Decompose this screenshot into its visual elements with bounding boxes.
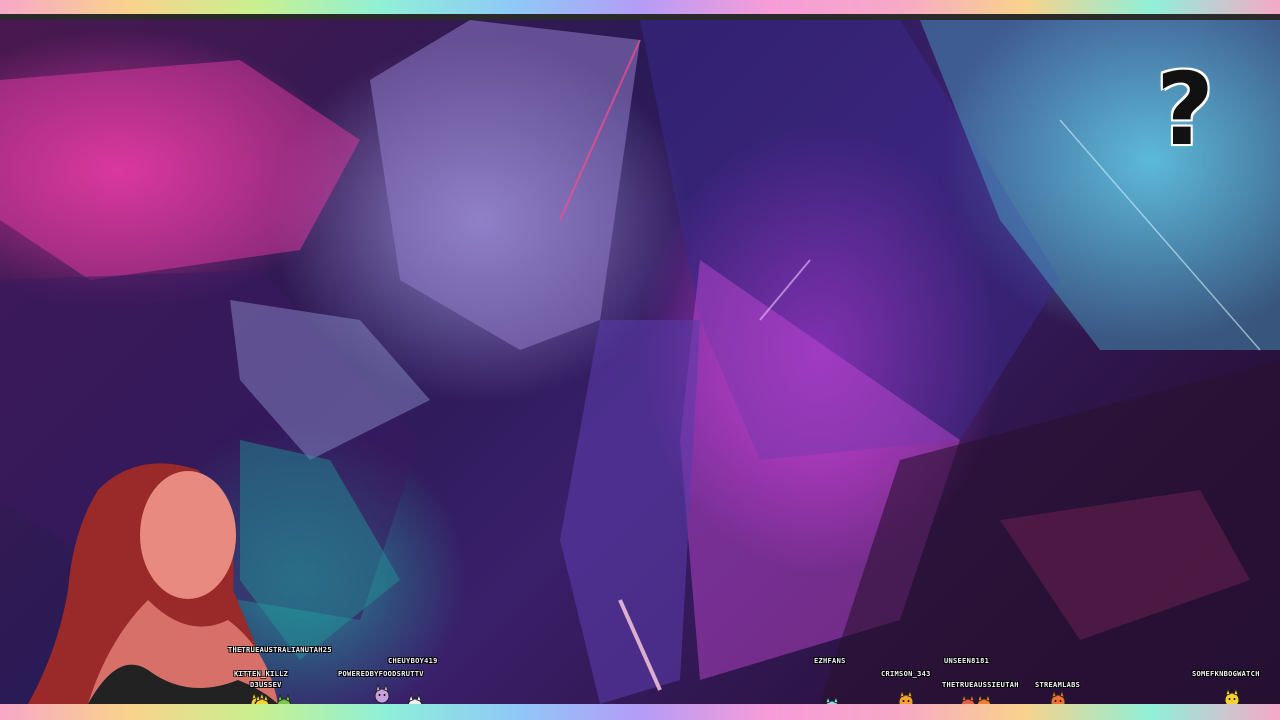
- crystal-facet: [560, 320, 700, 704]
- viewer-name-label: SOMEFKNBOGWATCH: [1192, 670, 1260, 678]
- crystal-facet: [0, 60, 360, 280]
- viewer-name-label: EZHFANS: [814, 657, 846, 665]
- question-mark-icon: ?: [1155, 51, 1214, 168]
- bottom-rainbow-border: [0, 704, 1280, 720]
- viewer-name-label: THETRUEAUSSIEUTAH: [942, 681, 1019, 689]
- viewer-name-label: POWEREDBYFOODSRUTTV: [338, 670, 424, 678]
- viewer-name-label: THETRUEAUSTRALIANUTAH25: [228, 646, 332, 654]
- viewer-name-label: STREAMLABS: [1035, 681, 1081, 689]
- espeon-sprite: [374, 684, 390, 704]
- streamer-face: [140, 471, 236, 599]
- viewer-name-label: CRIMSON_343: [881, 670, 931, 678]
- webcam-streamer: [28, 463, 278, 704]
- crystal-facet: [370, 20, 640, 350]
- viewer-name-label: KITTEN_KILLZ: [234, 670, 289, 678]
- viewer-name-label: CHEUYBOY419: [388, 657, 438, 665]
- viewer-name-label: D3USSEV: [250, 681, 282, 689]
- top-rainbow-border: [0, 0, 1280, 14]
- viewer-name-label: UNSEEN8181: [944, 657, 990, 665]
